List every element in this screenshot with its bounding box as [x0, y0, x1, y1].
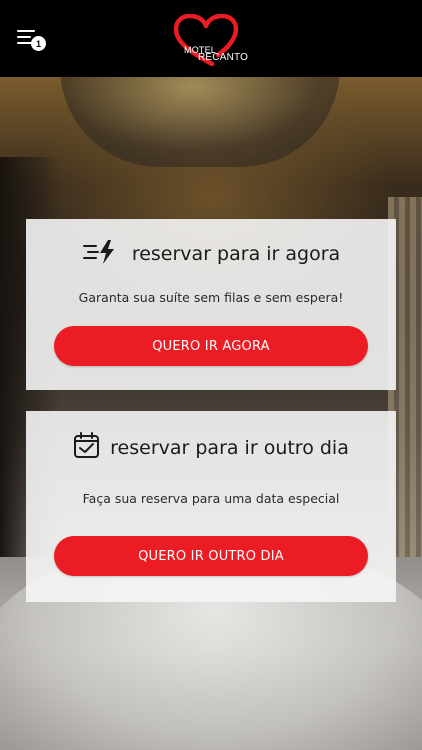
calendar-check-icon [73, 432, 100, 463]
menu-button[interactable]: 1 [17, 30, 49, 54]
reserve-other-day-title-row: reservar para ir outro dia [73, 432, 349, 463]
ceiling-decoration [60, 77, 340, 167]
reserve-other-day-card: reservar para ir outro dia Faça sua rese… [26, 411, 396, 602]
reserve-now-title-row: reservar para ir agora [82, 239, 340, 269]
reserve-other-day-title: reservar para ir outro dia [110, 436, 349, 459]
app-header: 1 MOTEL RECANTO [0, 0, 422, 77]
reserve-now-card: reservar para ir agora Garanta sua suíte… [26, 219, 396, 390]
motel-recanto-logo: MOTEL RECANTO [170, 14, 254, 68]
reserve-now-description: Garanta sua suíte sem filas e sem espera… [78, 290, 344, 305]
go-other-day-button[interactable]: QUERO IR OUTRO DIA [54, 536, 368, 576]
go-now-button[interactable]: QUERO IR AGORA [54, 326, 368, 366]
reserve-now-title: reservar para ir agora [131, 243, 341, 265]
logo-text-recanto: RECANTO [198, 52, 249, 63]
reserve-other-day-description: Faça sua reserva para uma data especial [82, 491, 340, 506]
notification-badge: 1 [31, 36, 46, 51]
speed-bolt-icon [82, 239, 118, 269]
